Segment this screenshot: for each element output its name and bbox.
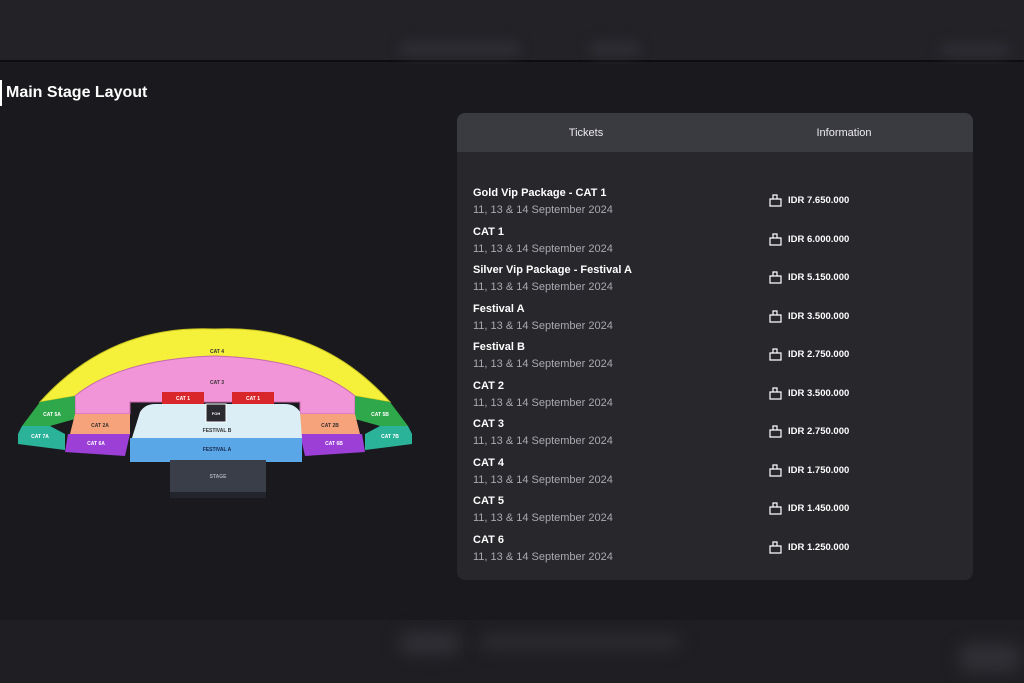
ticket-price: IDR 1.250.000 — [788, 541, 850, 553]
ticket-date: 11, 13 & 14 September 2024 — [473, 281, 613, 293]
ticket-icon — [769, 463, 782, 477]
ticket-date: 11, 13 & 14 September 2024 — [473, 204, 613, 216]
tab-information[interactable]: Information — [715, 113, 973, 152]
label-cat5b: CAT 5B — [371, 412, 389, 418]
label-cat3: CAT 3 — [210, 380, 224, 386]
ticket-date: 11, 13 & 14 September 2024 — [473, 550, 613, 563]
label-festival-a: FESTIVAL A — [203, 447, 232, 453]
ticket-price: IDR 2.750.000 — [788, 426, 850, 437]
label-festival-b: FESTIVAL B — [203, 428, 232, 434]
blurred-header — [0, 0, 1024, 62]
ticket-row[interactable]: Gold Vip Package - CAT 1 11, 13 & 14 Sep… — [457, 184, 973, 223]
tab-tickets[interactable]: Tickets — [457, 113, 715, 152]
label-cat4: CAT 4 — [210, 349, 224, 355]
label-cat2b: CAT 2B — [321, 423, 339, 429]
ticket-date: 11, 13 & 14 September 2024 — [473, 435, 613, 447]
ticket-icon — [769, 271, 782, 284]
label-foh: FOH — [212, 411, 221, 416]
title-accent-bar — [0, 80, 2, 106]
ticket-row[interactable]: Silver Vip Package - Festival A 11, 13 &… — [457, 261, 973, 300]
ticket-price-wrap: IDR 2.750.000 — [769, 425, 849, 438]
tickets-panel: Tickets Information Gold Vip Package - C… — [457, 113, 973, 580]
ticket-row[interactable]: CAT 6 11, 13 & 14 September 2024 IDR 1.2… — [457, 531, 973, 570]
ticket-price: IDR 6.000.000 — [788, 233, 850, 245]
ticket-icon — [769, 425, 782, 438]
ticket-name: Silver Vip Package - Festival A — [473, 264, 632, 276]
ticket-price-wrap: IDR 1.250.000 — [769, 540, 850, 554]
ticket-name: CAT 1 — [473, 225, 504, 238]
ticket-price-wrap: IDR 6.000.000 — [769, 232, 850, 246]
ticket-date: 11, 13 & 14 September 2024 — [473, 319, 613, 332]
ticket-row[interactable]: Festival A 11, 13 & 14 September 2024 ID… — [457, 300, 973, 339]
ticket-name: Gold Vip Package - CAT 1 — [473, 187, 607, 199]
label-cat6a: CAT 6A — [87, 441, 105, 447]
main-content: Main Stage Layout CAT 4 CAT 3 CAT 1 CAT … — [0, 64, 1024, 620]
ticket-name: Festival B — [473, 341, 525, 353]
blurred-footer — [0, 620, 1024, 683]
ticket-price-wrap: IDR 1.450.000 — [769, 502, 849, 515]
ticket-date: 11, 13 & 14 September 2024 — [473, 512, 613, 524]
ticket-icon — [769, 540, 782, 554]
ticket-icon — [769, 386, 782, 400]
label-cat7a: CAT 7A — [31, 434, 49, 440]
ticket-date: 11, 13 & 14 September 2024 — [473, 242, 613, 255]
ticket-price: IDR 1.450.000 — [788, 503, 850, 514]
ticket-row[interactable]: CAT 1 11, 13 & 14 September 2024 IDR 6.0… — [457, 223, 973, 262]
ticket-row[interactable]: Festival B 11, 13 & 14 September 2024 ID… — [457, 338, 973, 377]
ticket-date: 11, 13 & 14 September 2024 — [473, 396, 613, 409]
ticket-name: CAT 2 — [473, 379, 504, 392]
ticket-name: CAT 6 — [473, 533, 504, 546]
seat-map-svg: CAT 4 CAT 3 CAT 1 CAT 1 CAT 5A CAT 5B CA… — [18, 328, 412, 498]
ticket-price-wrap: IDR 2.750.000 — [769, 348, 849, 361]
ticket-icon — [769, 232, 782, 246]
ticket-price: IDR 2.750.000 — [788, 349, 850, 360]
label-cat1-right: CAT 1 — [246, 396, 260, 402]
ticket-price-wrap: IDR 3.500.000 — [769, 386, 850, 400]
ticket-icon — [769, 348, 782, 361]
label-cat5a: CAT 5A — [43, 412, 61, 418]
ticket-price: IDR 7.650.000 — [788, 195, 850, 206]
ticket-icon — [769, 309, 782, 323]
ticket-name: CAT 3 — [473, 418, 504, 430]
ticket-row[interactable]: CAT 2 11, 13 & 14 September 2024 IDR 3.5… — [457, 377, 973, 416]
ticket-date: 11, 13 & 14 September 2024 — [473, 473, 613, 486]
ticket-row[interactable]: CAT 5 11, 13 & 14 September 2024 IDR 1.4… — [457, 492, 973, 531]
ticket-row[interactable]: CAT 3 11, 13 & 14 September 2024 IDR 2.7… — [457, 415, 973, 454]
ticket-price-wrap: IDR 1.750.000 — [769, 463, 850, 477]
ticket-row[interactable]: CAT 4 11, 13 & 14 September 2024 IDR 1.7… — [457, 454, 973, 493]
ticket-price: IDR 3.500.000 — [788, 310, 850, 322]
ticket-price: IDR 3.500.000 — [788, 387, 850, 399]
ticket-date: 11, 13 & 14 September 2024 — [473, 358, 613, 370]
ticket-name: CAT 5 — [473, 495, 504, 507]
ticket-name: CAT 4 — [473, 456, 504, 469]
ticket-icon — [769, 502, 782, 515]
ticket-price-wrap: IDR 7.650.000 — [769, 194, 849, 207]
label-cat6b: CAT 6B — [325, 441, 343, 447]
ticket-price: IDR 1.750.000 — [788, 464, 850, 476]
label-cat7b: CAT 7B — [381, 434, 399, 440]
ticket-name: Festival A — [473, 302, 525, 315]
seat-map: CAT 4 CAT 3 CAT 1 CAT 1 CAT 5A CAT 5B CA… — [10, 254, 430, 514]
label-cat1-left: CAT 1 — [176, 396, 190, 402]
panel-tabs: Tickets Information — [457, 113, 973, 152]
label-cat2a: CAT 2A — [91, 423, 109, 429]
stage-shadow — [170, 492, 266, 498]
ticket-price-wrap: IDR 5.150.000 — [769, 271, 849, 284]
ticket-price: IDR 5.150.000 — [788, 272, 850, 283]
page-title: Main Stage Layout — [6, 84, 148, 101]
ticket-icon — [769, 194, 782, 207]
label-stage: STAGE — [210, 474, 228, 480]
ticket-list: Gold Vip Package - CAT 1 11, 13 & 14 Sep… — [457, 184, 973, 569]
ticket-price-wrap: IDR 3.500.000 — [769, 309, 850, 323]
